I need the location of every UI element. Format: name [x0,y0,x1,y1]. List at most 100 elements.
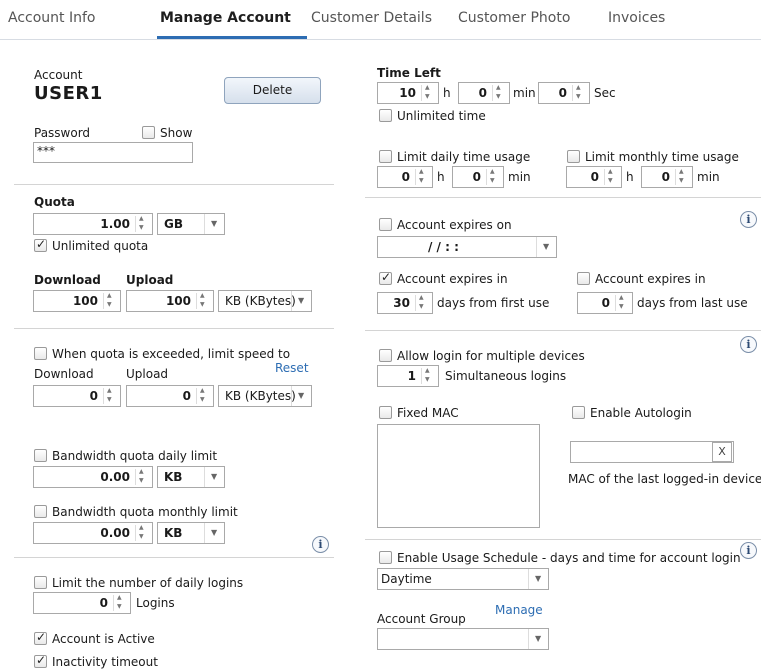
tab-manage-account[interactable]: Manage Account [160,10,291,26]
inactivity-timeout-label: Inactivity timeout [52,655,158,669]
expires-last-use-checkbox[interactable] [577,272,590,285]
monthly-time-minutes-stepper[interactable]: 0 [641,166,693,188]
time-hours-spinner-arrows[interactable] [421,84,435,101]
bandwidth-monthly-spinner-arrows[interactable] [135,524,149,541]
chevron-down-icon[interactable] [204,467,224,487]
inactivity-timeout-checkbox[interactable] [34,653,47,668]
simultaneous-logins-stepper[interactable]: 1 [377,365,439,387]
fixed-mac-list[interactable] [377,424,540,528]
tab-account-info[interactable]: Account Info [8,10,95,26]
time-seconds-value: 0 [558,86,567,100]
account-group-select[interactable] [377,628,549,650]
limit-daily-time-checkbox[interactable] [379,150,392,163]
speed-upload-spinner-arrows[interactable] [196,387,210,404]
bandwidth-monthly-checkbox[interactable] [34,505,47,518]
time-minutes-spinner-arrows[interactable] [492,84,506,101]
daily-time-hours-spinner-arrows[interactable] [415,168,429,185]
limit-speed-checkbox[interactable] [34,347,47,360]
schedule-select[interactable]: Daytime [377,568,549,590]
time-hours-stepper[interactable]: 10 [377,82,439,104]
unlimited-time-checkbox[interactable] [379,109,392,122]
time-seconds-spinner-arrows[interactable] [572,84,586,101]
bandwidth-daily-checkbox[interactable] [34,449,47,462]
quota-unit-select[interactable]: GB [157,213,225,235]
download-spinner-arrows[interactable] [103,292,117,309]
chevron-down-icon[interactable] [291,291,311,311]
daily-time-minutes-stepper[interactable]: 0 [452,166,504,188]
time-left-title: Time Left [377,66,441,80]
speed-rate-unit-select[interactable]: KB (KBytes) [218,385,312,407]
expires-last-use-stepper[interactable]: 0 [577,292,633,314]
time-seconds-stepper[interactable]: 0 [538,82,590,104]
show-password-checkbox[interactable] [142,126,155,139]
tab-customer-photo[interactable]: Customer Photo [458,10,570,26]
chevron-down-icon[interactable] [536,237,556,257]
fixed-mac-checkbox[interactable] [379,406,392,419]
bandwidth-daily-unit-select[interactable]: KB [157,466,225,488]
chevron-down-icon[interactable] [291,386,311,406]
expires-last-use-unit: days from last use [637,296,748,310]
monthly-time-minutes-spinner-arrows[interactable] [675,168,689,185]
chevron-down-icon[interactable] [204,214,224,234]
expires-on-checkbox[interactable] [379,218,392,231]
delete-button[interactable]: Delete [224,77,321,104]
chevron-down-icon[interactable] [204,523,224,543]
rate-unit-select[interactable]: KB (KBytes) [218,290,312,312]
bandwidth-daily-spinner-arrows[interactable] [135,468,149,485]
tab-invoices[interactable]: Invoices [608,10,665,26]
quota-stepper[interactable]: 1.00 [33,213,153,235]
info-icon[interactable]: i [740,336,757,353]
bandwidth-daily-stepper[interactable]: 0.00 [33,466,153,488]
download-stepper[interactable]: 100 [33,290,121,312]
multi-device-checkbox[interactable] [379,349,392,362]
daily-logins-spinner-arrows[interactable] [113,594,127,611]
reset-link[interactable]: Reset [275,361,309,375]
rate-unit-value: KB (KBytes) [225,294,296,308]
monthly-time-hours-stepper[interactable]: 0 [566,166,622,188]
tab-customer-details[interactable]: Customer Details [311,10,432,26]
limit-daily-logins-checkbox[interactable] [34,576,47,589]
expires-first-use-checkbox[interactable] [379,270,392,285]
chevron-down-icon[interactable] [528,629,548,649]
logins-unit-label: Logins [136,596,175,610]
divider [365,330,761,331]
daily-time-hours-stepper[interactable]: 0 [377,166,433,188]
upload-value: 100 [165,294,191,308]
info-icon[interactable]: i [312,536,329,553]
speed-download-stepper[interactable]: 0 [33,385,121,407]
upload-stepper[interactable]: 100 [126,290,214,312]
manage-groups-link[interactable]: Manage [495,603,543,617]
simultaneous-logins-spinner-arrows[interactable] [421,367,435,384]
daily-time-minutes-spinner-arrows[interactable] [486,168,500,185]
daily-logins-stepper[interactable]: 0 [33,592,131,614]
unlimited-quota-checkbox[interactable] [34,237,47,252]
expiry-date-select[interactable]: / / : : [377,236,557,258]
expires-first-use-stepper[interactable]: 30 [377,292,433,314]
speed-upload-value: 0 [182,389,191,403]
autologin-checkbox[interactable] [572,406,585,419]
bandwidth-monthly-stepper[interactable]: 0.00 [33,522,153,544]
speed-upload-stepper[interactable]: 0 [126,385,214,407]
autologin-label: Enable Autologin [590,406,692,420]
password-field[interactable]: *** [33,142,193,163]
limit-monthly-time-checkbox[interactable] [567,150,580,163]
info-icon[interactable]: i [740,542,757,559]
expires-last-use-spinner-arrows[interactable] [615,294,629,311]
quota-value: 1.00 [100,217,130,231]
chevron-down-icon[interactable] [528,569,548,589]
divider [14,328,334,329]
bandwidth-monthly-unit-select[interactable]: KB [157,522,225,544]
upload-spinner-arrows[interactable] [196,292,210,309]
info-icon[interactable]: i [740,211,757,228]
monthly-time-hours-spinner-arrows[interactable] [604,168,618,185]
expires-first-use-spinner-arrows[interactable] [415,294,429,311]
last-mac-field[interactable] [570,441,734,463]
quota-spinner-arrows[interactable] [135,215,149,232]
speed-download-spinner-arrows[interactable] [103,387,117,404]
account-active-checkbox[interactable] [34,630,47,645]
usage-schedule-checkbox[interactable] [379,551,392,564]
monthly-time-hours-value: 0 [590,170,599,184]
seconds-unit: Sec [594,86,616,100]
clear-mac-button[interactable]: X [712,442,732,462]
time-minutes-stepper[interactable]: 0 [458,82,510,104]
